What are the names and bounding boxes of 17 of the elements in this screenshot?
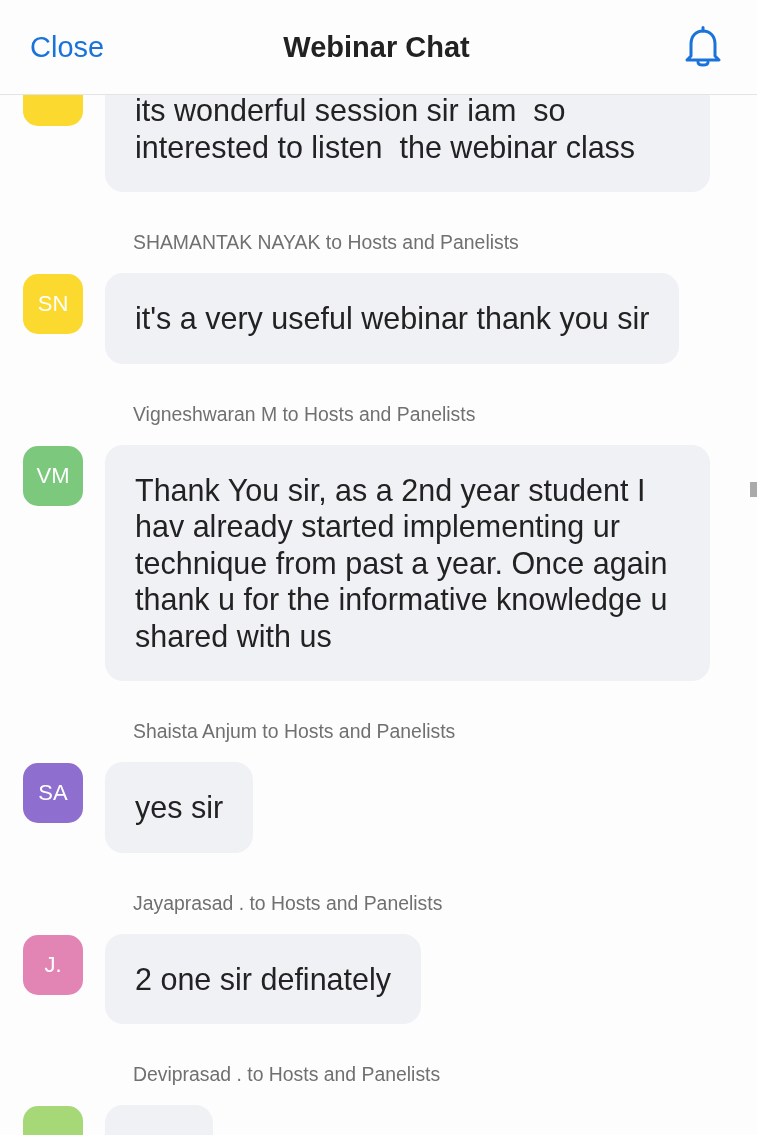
scrollbar-thumb (750, 482, 757, 497)
sender-label: Shaista Anjum to Hosts and Panelists (133, 720, 457, 742)
sender-label: Jayaprasad . to Hosts and Panelists (133, 891, 444, 914)
sender-label: Vigneshwaran M to Hosts and Panelists (133, 402, 477, 425)
avatar: VM (23, 445, 83, 506)
sender-label: SHAMANTAK NAYAK to Hosts and Panelists (133, 231, 520, 253)
message-bubble: Thank You sir, as a 2nd year student I hav already started implementing ur technique from past a year. Once again thank u for the informative knowledge u shared with us (105, 444, 710, 681)
close-button[interactable]: Close (30, 30, 105, 64)
message-bubble: it's a very useful webinar thank you sir (105, 273, 680, 364)
window-title: Webinar Chat (283, 30, 470, 64)
avatar: J. (23, 934, 83, 995)
avatar: SA (23, 763, 83, 823)
avatar: SN (23, 274, 83, 334)
sender-label: Deviprasad . to Hosts and Panelists (133, 1063, 442, 1085)
bell-icon[interactable] (683, 26, 723, 68)
message-bubble: 2 one sir definately (105, 933, 422, 1024)
message-bubble: yes sir (105, 762, 254, 853)
